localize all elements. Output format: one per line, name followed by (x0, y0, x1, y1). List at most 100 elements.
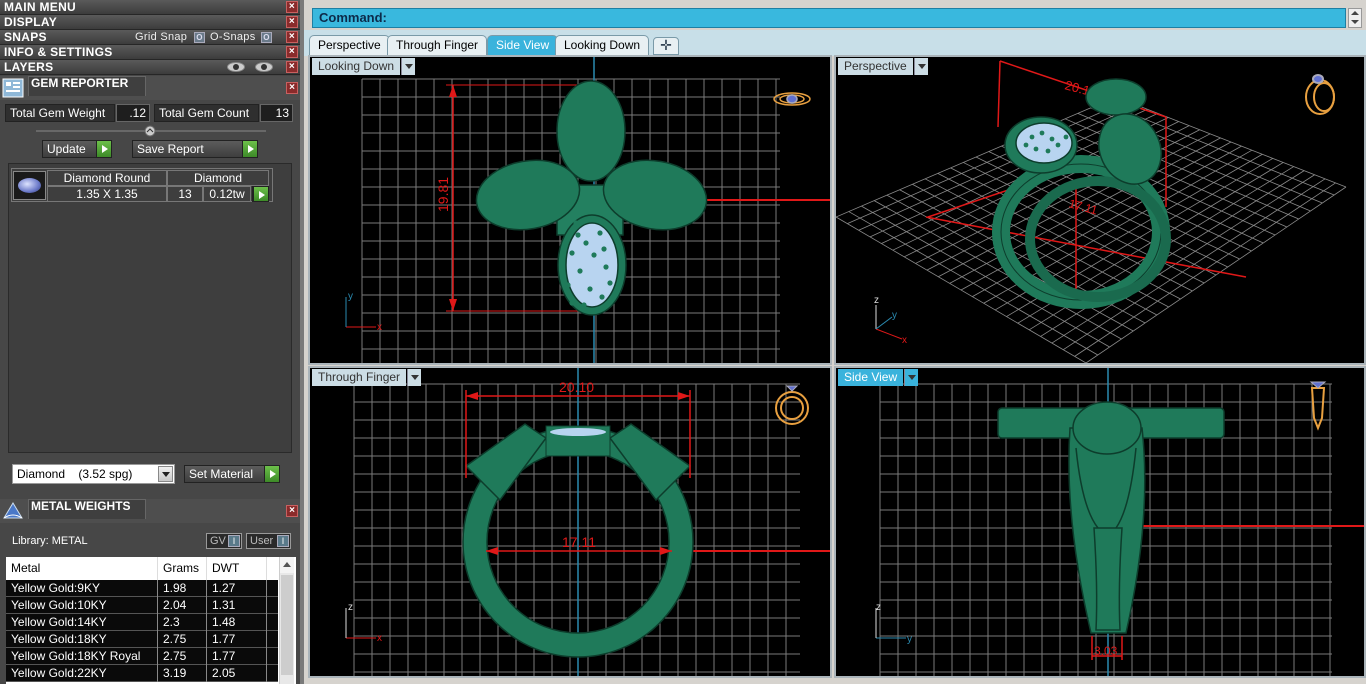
close-icon[interactable]: × (286, 16, 298, 28)
display-label: DISPLAY (4, 15, 58, 29)
o-snaps-toggle[interactable]: O (261, 32, 272, 43)
metal-weights-table: Metal Grams DWT Yellow Gold:9KY 1.98 1.27 Y… (6, 557, 296, 684)
ring-orientation-icon[interactable] (1305, 74, 1335, 115)
user-toggle[interactable]: User I (246, 533, 291, 549)
viewport-looking-down[interactable]: 19.81 y x Looking Down (308, 55, 832, 365)
looking-down-canvas[interactable]: 19.81 y x (310, 57, 830, 363)
total-gem-weight-label: Total Gem Weight (5, 104, 115, 122)
close-icon[interactable]: × (286, 1, 298, 13)
dimension-label: 3.03 (1094, 644, 1118, 658)
table-row[interactable]: Yellow Gold:9KY 1.98 1.27 (6, 580, 278, 597)
chevron-down-icon[interactable] (401, 58, 416, 75)
command-bar[interactable]: Command: (312, 8, 1346, 28)
snaps-menu-bar[interactable]: SNAPS Grid Snap O O-Snaps O × (0, 30, 300, 45)
gem-go-button[interactable] (252, 186, 269, 202)
material-select[interactable]: Diamond (3.52 spg) (12, 464, 175, 484)
metal-table-scrollbar[interactable] (279, 557, 294, 684)
dwt-cell: 1.31 (207, 597, 267, 614)
table-row[interactable]: Yellow Gold:10KY 2.04 1.31 (6, 597, 278, 614)
viewport-side-view[interactable]: 3.03 z y Side View (834, 366, 1366, 678)
column-header-grams[interactable]: Grams (158, 557, 207, 580)
side-view-canvas[interactable]: 3.03 z y (836, 368, 1364, 676)
chevron-down-icon[interactable] (904, 369, 919, 386)
grams-cell: 2.3 (158, 614, 207, 631)
snaps-label: SNAPS (4, 30, 47, 44)
grid-snap-toggle[interactable]: O (194, 32, 205, 43)
eye-icon[interactable] (255, 62, 273, 72)
close-icon[interactable]: × (286, 31, 298, 43)
close-icon[interactable]: × (286, 46, 298, 58)
ring-model (997, 401, 1225, 634)
grid-snap-label: Grid Snap (135, 31, 188, 43)
ring-orientation-icon[interactable] (775, 385, 809, 425)
column-header-dwt[interactable]: DWT (207, 557, 267, 580)
left-panel: MAIN MENU × DISPLAY × SNAPS Grid Snap O … (0, 0, 300, 684)
viewport-label-perspective[interactable]: Perspective (838, 58, 928, 75)
tab-perspective[interactable]: Perspective (309, 35, 390, 55)
set-material-button[interactable]: Set Material (184, 465, 280, 483)
info-settings-menu-bar[interactable]: INFO & SETTINGS × (0, 45, 300, 60)
gem-size: 1.35 X 1.35 (47, 186, 167, 202)
viewport-perspective[interactable]: 20.10 17.11 z y x Perspective (834, 55, 1366, 365)
tab-looking-down[interactable]: Looking Down (555, 35, 650, 55)
table-row[interactable]: Yellow Gold:18KY 2.75 1.77 (6, 631, 278, 648)
axis-indicator: z y x (874, 295, 907, 346)
grams-cell: 3.19 (158, 665, 207, 682)
through-finger-canvas[interactable]: 20.10 17.11 z x (310, 368, 830, 676)
tab-side-view[interactable]: Side View (487, 35, 559, 55)
axis-label-z: z (348, 602, 353, 613)
metal-table-header: Metal Grams DWT (6, 557, 278, 580)
chevron-down-icon[interactable] (913, 58, 928, 75)
column-header-metal[interactable]: Metal (6, 557, 158, 580)
display-menu-bar[interactable]: DISPLAY × (0, 15, 300, 30)
axis-label-z: z (874, 295, 879, 306)
update-button[interactable]: Update (42, 140, 112, 158)
close-icon[interactable]: × (286, 505, 298, 517)
grams-cell: 2.75 (158, 648, 207, 665)
table-row[interactable]: Yellow Gold:18KY Royal 2.75 1.77 (6, 648, 278, 665)
layer-visibility-icon[interactable] (227, 62, 245, 72)
viewport-label-text: Through Finger (318, 370, 401, 384)
table-row[interactable]: Yellow Gold:14KY 2.3 1.48 (6, 614, 278, 631)
slider-divider[interactable] (36, 125, 266, 137)
viewport-label-looking-down[interactable]: Looking Down (312, 58, 416, 75)
main-menu-bar[interactable]: MAIN MENU × (0, 0, 300, 15)
tab-through-finger[interactable]: Through Finger (387, 35, 488, 55)
viewport-label-through-finger[interactable]: Through Finger (312, 369, 422, 386)
ring-model (475, 80, 708, 316)
ring-orientation-icon[interactable] (1309, 381, 1327, 431)
scroll-thumb[interactable] (281, 575, 293, 675)
ring-orientation-icon[interactable] (773, 92, 811, 106)
scroll-up-icon[interactable] (280, 557, 294, 573)
chevron-down-icon[interactable] (407, 369, 422, 386)
main-menu-label: MAIN MENU (4, 0, 77, 14)
gem-name: Diamond Round (47, 170, 167, 186)
gv-toggle[interactable]: GV I (206, 533, 242, 549)
viewport-through-finger[interactable]: 20.10 17.11 z x Through Finger (308, 366, 832, 678)
perspective-canvas[interactable]: 20.10 17.11 z y x (836, 57, 1364, 363)
close-icon[interactable]: × (286, 82, 298, 94)
grams-cell: 2.75 (158, 631, 207, 648)
dwt-cell: 1.77 (207, 648, 267, 665)
gem-row[interactable]: Diamond Round 1.35 X 1.35 Diamond 13 0.1… (11, 168, 273, 202)
dwt-cell: 1.27 (207, 580, 267, 597)
chevron-down-icon[interactable] (158, 466, 173, 482)
diamond-icon (13, 171, 46, 200)
axis-label-x: x (377, 322, 382, 333)
axis-indicator: y x (345, 291, 382, 333)
user-label: User (250, 535, 274, 547)
table-row[interactable]: Yellow Gold:22KY 3.19 2.05 (6, 665, 278, 682)
command-scroll-arrows[interactable] (1348, 8, 1362, 28)
metal-name-cell: Yellow Gold:18KY Royal (6, 648, 158, 665)
toggle-indicator-icon: I (228, 535, 240, 547)
add-tab-icon[interactable]: ✛ (653, 37, 679, 55)
total-gem-count-value: 13 (260, 104, 293, 122)
dimension-label: 17.11 (562, 534, 596, 550)
dwt-cell: 1.48 (207, 614, 267, 631)
layers-menu-bar[interactable]: LAYERS × (0, 60, 300, 75)
viewport-label-side-view[interactable]: Side View (838, 369, 919, 386)
dimension-label: 20.10 (559, 379, 594, 395)
save-report-button[interactable]: Save Report (132, 140, 258, 158)
close-icon[interactable]: × (286, 61, 298, 73)
total-gem-weight-value: .12 (116, 104, 150, 122)
